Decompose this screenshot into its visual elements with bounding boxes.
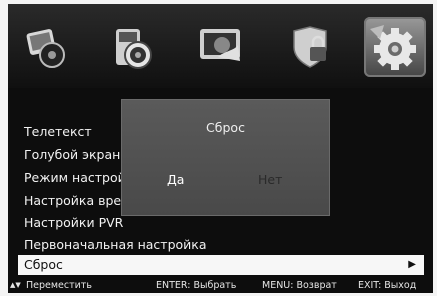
category-setup[interactable] xyxy=(364,17,426,77)
dialog-title: Сброс xyxy=(206,120,245,135)
menu-item-reset[interactable]: Сброс ▶ xyxy=(18,255,424,275)
category-picture[interactable] xyxy=(14,17,76,77)
category-icon-bar xyxy=(8,4,433,88)
category-sound[interactable] xyxy=(100,17,162,77)
hint-exit: EXIT: Выход xyxy=(358,280,417,291)
yes-button[interactable]: Да xyxy=(167,172,184,187)
key-hint-bar: ▲▼ Переместить ENTER: Выбрать MENU: Возв… xyxy=(8,278,433,293)
no-button[interactable]: Нет xyxy=(258,172,282,187)
tv-osd-screen: Телетекст Голубой экран Режим настройки … xyxy=(8,4,433,293)
menu-item-blue-screen[interactable]: Голубой экран xyxy=(24,145,120,165)
speaker-icon xyxy=(116,29,152,69)
hint-enter: ENTER: Выбрать xyxy=(156,280,237,291)
lock-icon xyxy=(293,26,327,68)
menu-item-teletext[interactable]: Телетекст xyxy=(24,122,92,142)
category-lock[interactable] xyxy=(280,17,342,77)
hint-menu: MENU: Возврат xyxy=(262,280,337,291)
reset-confirm-dialog: Сброс Да Нет xyxy=(122,100,329,215)
arrow-right-icon: ▶ xyxy=(408,259,416,270)
up-down-arrows-icon: ▲▼ xyxy=(10,281,21,289)
menu-item-first-time-setup[interactable]: Первоначальная настройка xyxy=(24,235,207,255)
picture-icon xyxy=(26,29,65,68)
hint-move: Переместить xyxy=(26,280,92,291)
menu-item-pvr-settings[interactable]: Настройки PVR xyxy=(24,213,123,233)
category-channel[interactable] xyxy=(190,17,252,77)
tv-channel-icon xyxy=(200,29,240,61)
menu-item-reset-label: Сброс xyxy=(24,257,63,272)
gear-icon xyxy=(370,25,416,70)
